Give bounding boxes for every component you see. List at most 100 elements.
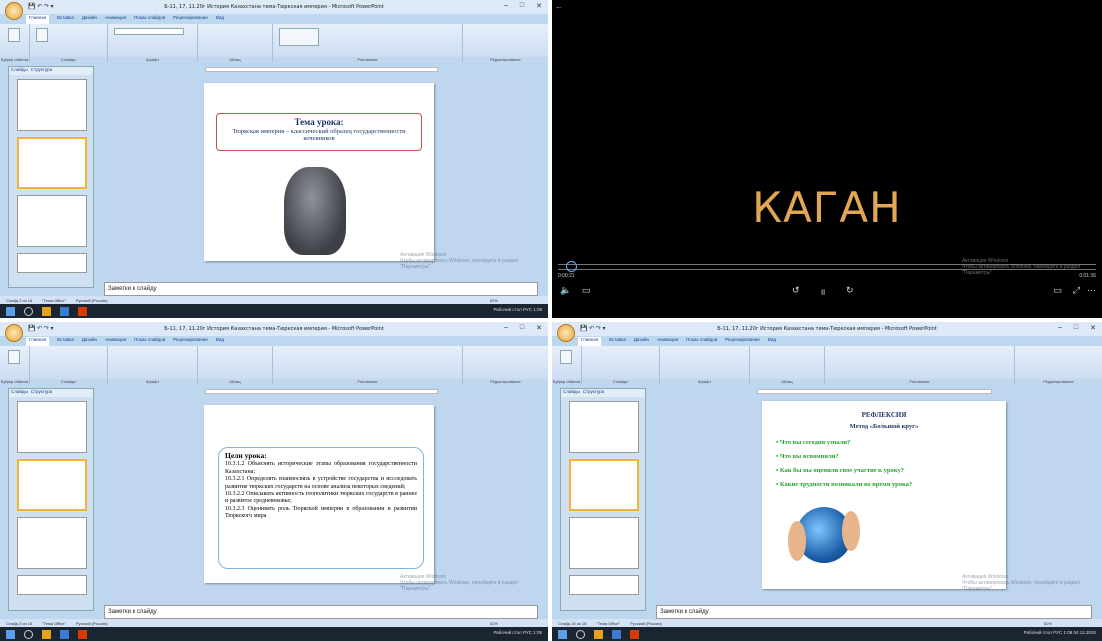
folder-icon[interactable]	[60, 629, 69, 639]
back-arrow-icon[interactable]: ←	[555, 2, 563, 11]
subtitles-icon[interactable]: ▭	[582, 285, 591, 296]
drawing-group[interactable]: Рисование	[273, 346, 463, 384]
font-group[interactable]: Шрифт	[108, 346, 198, 384]
slide-thumbnail[interactable]	[17, 517, 87, 569]
start-icon[interactable]	[6, 306, 15, 316]
minimize-icon[interactable]: –	[504, 2, 508, 10]
slide-thumbnail-selected[interactable]	[17, 459, 87, 511]
stone-statue-image[interactable]	[284, 167, 346, 255]
tab-insert[interactable]: Вставка	[609, 337, 626, 346]
paragraph-group[interactable]: Абзац	[198, 346, 273, 384]
tab-view[interactable]: Вид	[768, 337, 776, 346]
window-controls[interactable]: – □ ✕	[504, 324, 542, 332]
editing-group[interactable]: Редактирование	[1015, 346, 1102, 384]
window-controls[interactable]: – □ ✕	[504, 2, 542, 10]
slide-thumbnail-selected[interactable]	[17, 137, 87, 189]
maximize-icon[interactable]: □	[520, 2, 524, 10]
powerpoint-icon[interactable]	[78, 306, 87, 316]
maximize-icon[interactable]: □	[520, 324, 524, 332]
slide-thumbnail[interactable]	[569, 401, 639, 453]
notes-pane[interactable]: Заметки к слайду	[104, 605, 538, 619]
tab-insert[interactable]: Вставка	[57, 337, 74, 346]
tab-home[interactable]: Главная	[578, 337, 602, 346]
globe-in-hands-image[interactable]	[788, 507, 860, 563]
tab-slideshow[interactable]: Показ слайдов	[686, 337, 717, 346]
forward-icon[interactable]: ↻	[846, 285, 854, 296]
pane-tab-outline[interactable]: Структура	[31, 389, 52, 397]
paste-icon[interactable]	[8, 28, 20, 42]
tab-animation[interactable]: Анимация	[105, 337, 126, 346]
clipboard-group[interactable]: Буфер обмена	[0, 24, 30, 62]
tab-animation[interactable]: Анимация	[657, 337, 678, 346]
tab-view[interactable]: Вид	[216, 15, 224, 24]
paste-icon[interactable]	[8, 350, 20, 364]
progress-thumb[interactable]	[566, 261, 577, 272]
tab-design[interactable]: Дизайн	[82, 15, 97, 24]
editing-group[interactable]: Редактирование	[463, 24, 548, 62]
slide-thumbnail-selected[interactable]	[569, 459, 639, 511]
font-group[interactable]: Шрифт	[660, 346, 750, 384]
system-tray[interactable]: Рабочий стол РУС 1:08	[493, 630, 542, 635]
minimize-icon[interactable]: –	[1058, 324, 1062, 332]
pane-tab-slides[interactable]: Слайды	[563, 389, 580, 397]
slides-group[interactable]: Слайды	[582, 346, 660, 384]
miniplayer-icon[interactable]: ▭	[1053, 285, 1062, 296]
powerpoint-icon[interactable]	[630, 629, 639, 639]
pane-tab-slides[interactable]: Слайды	[11, 389, 28, 397]
paragraph-group[interactable]: Абзац	[750, 346, 825, 384]
zoom-level[interactable]: 62%	[490, 298, 498, 303]
office-button[interactable]	[5, 2, 23, 20]
paragraph-group[interactable]: Абзац	[198, 24, 273, 62]
editing-group[interactable]: Редактирование	[463, 346, 548, 384]
drawing-group[interactable]: Рисование	[825, 346, 1015, 384]
goals-box[interactable]: Цели урока: 10.3.1.2 Объяснять историчес…	[218, 447, 424, 569]
tab-slideshow[interactable]: Показ слайдов	[134, 15, 165, 24]
powerpoint-icon[interactable]	[78, 629, 87, 639]
folder-icon[interactable]	[612, 629, 621, 639]
slides-group[interactable]: Слайды	[30, 346, 108, 384]
clipboard-group[interactable]: Буфер обмена	[0, 346, 30, 384]
slide-thumbnail[interactable]	[569, 575, 639, 595]
maximize-icon[interactable]: □	[1074, 324, 1078, 332]
tab-home[interactable]: Главная	[26, 15, 50, 24]
system-tray[interactable]: Рабочий стол РУС 1:08	[493, 307, 542, 312]
fullscreen-icon[interactable]: ⤢	[1073, 285, 1080, 296]
pause-icon[interactable]: ॥	[820, 285, 825, 298]
minimize-icon[interactable]: –	[504, 324, 508, 332]
tab-insert[interactable]: Вставка	[57, 15, 74, 24]
slide-thumbnail[interactable]	[17, 79, 87, 131]
folder-icon[interactable]	[60, 306, 69, 316]
slide-thumbnail[interactable]	[17, 575, 87, 595]
drawing-group[interactable]: Рисование	[273, 24, 463, 62]
tab-design[interactable]: Дизайн	[634, 337, 649, 346]
close-icon[interactable]: ✕	[536, 2, 542, 10]
slide-thumbnail[interactable]	[17, 195, 87, 247]
font-group[interactable]: Шрифт	[108, 24, 198, 62]
volume-icon[interactable]: 🔈	[560, 285, 571, 296]
close-icon[interactable]: ✕	[536, 324, 542, 332]
tab-animation[interactable]: Анимация	[105, 15, 126, 24]
tab-home[interactable]: Главная	[26, 337, 50, 346]
slide-canvas[interactable]: Тема урока: Тюркская империя – классичес…	[204, 83, 434, 261]
tab-slideshow[interactable]: Показ слайдов	[134, 337, 165, 346]
start-icon[interactable]	[6, 629, 15, 639]
close-icon[interactable]: ✕	[1090, 324, 1096, 332]
pane-tab-outline[interactable]: Структура	[31, 67, 52, 75]
tab-design[interactable]: Дизайн	[82, 337, 97, 346]
slide-thumbnail[interactable]	[17, 401, 87, 453]
start-icon[interactable]	[558, 629, 567, 639]
tab-review[interactable]: Рецензирование	[725, 337, 760, 346]
zoom-level[interactable]: 62%	[490, 621, 498, 626]
pane-tab-outline[interactable]: Структура	[583, 389, 604, 397]
window-controls[interactable]: – □ ✕	[1058, 324, 1096, 332]
font-select[interactable]	[114, 28, 184, 35]
quick-access-toolbar[interactable]: 💾 ↶ ↷ ▾	[28, 325, 54, 332]
notes-pane[interactable]: Заметки к слайду	[656, 605, 1092, 619]
shapes-gallery[interactable]	[279, 28, 319, 46]
rewind-icon[interactable]: ↺	[792, 285, 800, 296]
office-button[interactable]	[5, 324, 23, 342]
slide-thumbnail[interactable]	[17, 253, 87, 273]
chrome-icon[interactable]	[42, 306, 51, 316]
tab-view[interactable]: Вид	[216, 337, 224, 346]
search-icon[interactable]	[24, 306, 33, 316]
